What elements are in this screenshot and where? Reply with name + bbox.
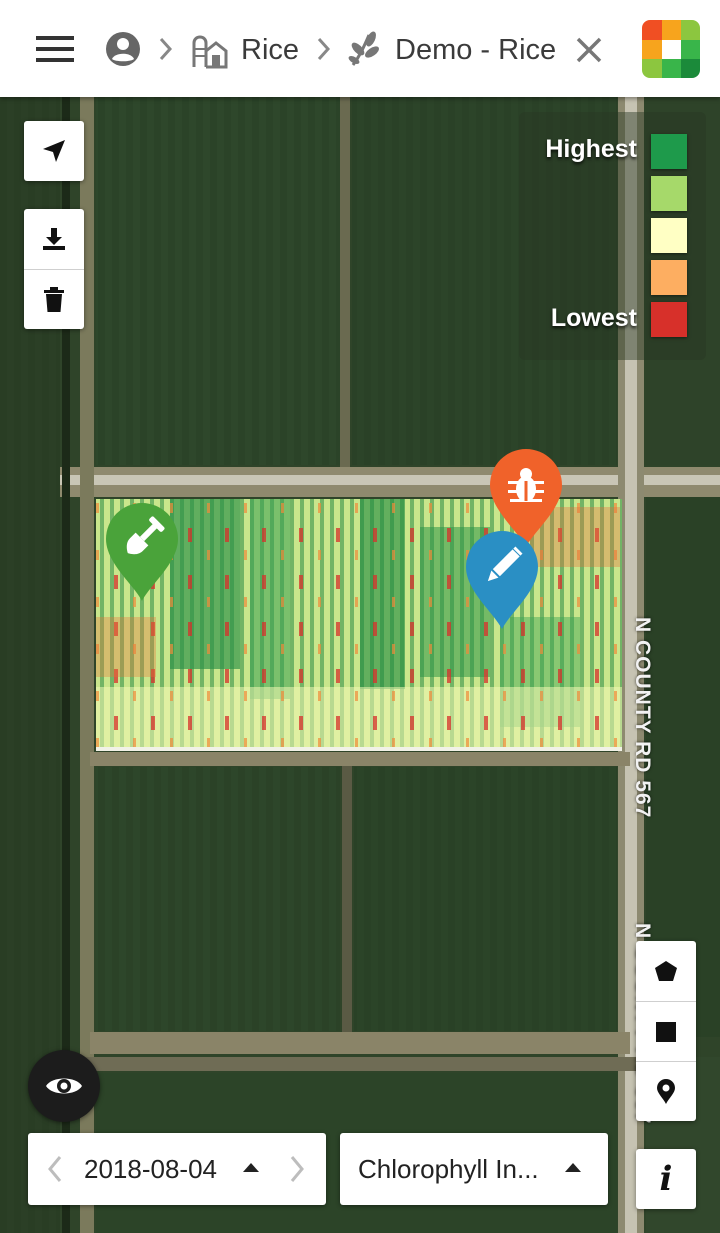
eye-icon (46, 1078, 82, 1094)
legend-swatch-low (651, 260, 687, 295)
polygon-icon[interactable] (636, 941, 696, 1001)
breadcrumb-farm[interactable]: Rice (241, 30, 299, 70)
selected-date[interactable]: 2018-08-04 (84, 1151, 217, 1187)
legend-swatch-lowest (651, 302, 687, 337)
breadcrumb-separator-icon (315, 35, 333, 63)
next-date-button[interactable] (284, 1153, 310, 1185)
legend-swatch-mid (651, 218, 687, 253)
visibility-toggle[interactable] (28, 1050, 100, 1122)
breadcrumb-separator-icon (157, 35, 175, 63)
locate-control (24, 121, 84, 181)
legend-low-label: Lowest (550, 304, 637, 332)
app-bar: Rice Demo - Rice (0, 0, 720, 97)
account-circle-icon[interactable] (104, 30, 142, 68)
selected-layer: Chlorophyll In... (358, 1154, 539, 1184)
info-button[interactable]: i (636, 1149, 696, 1209)
legend-swatch-highest (651, 134, 687, 169)
previous-date-button[interactable] (42, 1153, 68, 1185)
soil-sample-marker[interactable] (104, 501, 180, 608)
breadcrumb-field[interactable]: Demo - Rice (395, 30, 556, 70)
legend-swatch-high (651, 176, 687, 211)
draw-toolbar (636, 941, 696, 1121)
road-label: N COUNTY RD 567 (631, 617, 654, 819)
map-view[interactable]: N COUNTY RD 567 N COUNTY RD 567 Highest (0, 97, 720, 1233)
sprout-icon (345, 29, 383, 69)
download-icon[interactable] (24, 209, 84, 269)
note-marker[interactable] (464, 529, 540, 636)
edit-toolbar (24, 209, 84, 329)
map-legend: Highest Lowest (519, 112, 706, 360)
rectangle-icon[interactable] (636, 1001, 696, 1061)
caret-up-icon[interactable] (562, 1159, 584, 1175)
marker-icon[interactable] (636, 1061, 696, 1121)
legend-high-label: Highest (545, 135, 637, 163)
trash-icon[interactable] (24, 269, 84, 329)
navigation-arrow-icon[interactable] (24, 121, 84, 181)
caret-up-icon[interactable] (240, 1159, 262, 1175)
hamburger-menu-icon[interactable] (30, 30, 80, 68)
app-logo[interactable] (642, 20, 700, 78)
layer-selector[interactable]: Chlorophyll In... (340, 1133, 608, 1205)
close-icon[interactable] (572, 33, 606, 67)
farm-silo-icon (190, 29, 228, 69)
date-selector: 2018-08-04 (28, 1133, 326, 1205)
